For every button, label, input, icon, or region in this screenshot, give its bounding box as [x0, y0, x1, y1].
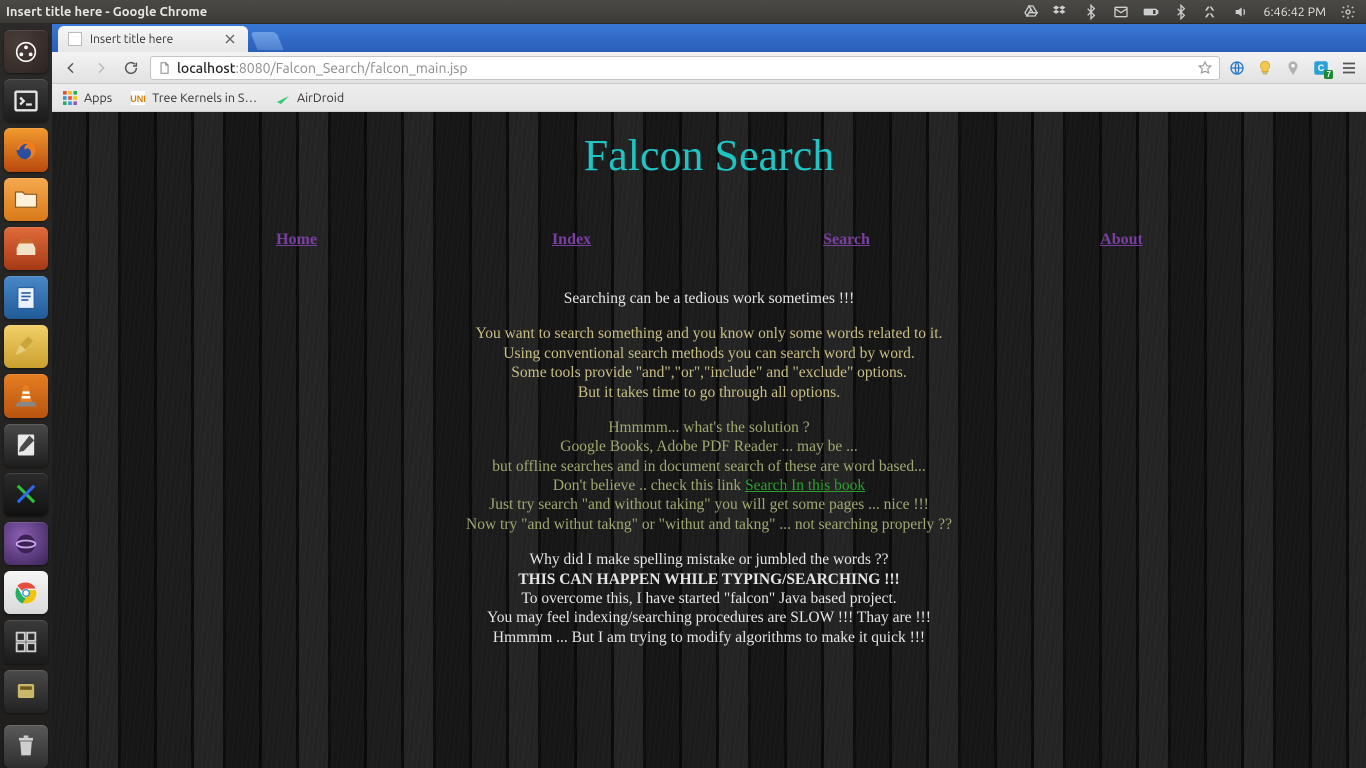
launcher-vlc[interactable] [4, 374, 48, 417]
bookmark-label: Tree Kernels in S… [152, 91, 257, 105]
launcher-software-center[interactable] [4, 227, 48, 270]
tab-favicon-icon [68, 32, 82, 46]
body-line: Searching can be a tedious work sometime… [52, 289, 1366, 308]
mail-icon[interactable] [1113, 4, 1129, 20]
launcher-external-drive[interactable] [4, 670, 48, 713]
network-icon[interactable] [1203, 4, 1219, 20]
page-title: Falcon Search [52, 112, 1366, 181]
body-line: Why did I make spelling mistake or jumbl… [52, 550, 1366, 569]
bookmark-favicon-icon: UNI [130, 90, 146, 106]
tab-strip: Insert title here [52, 24, 1366, 52]
page-viewport: Falcon Search Home Index Search About Se… [52, 112, 1366, 768]
clock[interactable]: 6:46:42 PM [1263, 5, 1326, 19]
body-line: But it takes time to go through all opti… [52, 383, 1366, 402]
page-body: Searching can be a tedious work sometime… [52, 289, 1366, 647]
url-text: localhost:8080/Falcon_Search/falcon_main… [177, 60, 468, 76]
body-line: Some tools provide "and","or","include" … [52, 363, 1366, 382]
launcher-libreoffice-writer[interactable] [4, 276, 48, 319]
launcher-cleanup[interactable] [4, 325, 48, 368]
body-line: You may feel indexing/searching procedur… [52, 608, 1366, 627]
reload-button[interactable] [120, 57, 142, 79]
airdroid-icon [275, 90, 291, 106]
nav-search[interactable]: Search [823, 231, 870, 248]
battery-icon[interactable] [1143, 4, 1159, 20]
system-indicators: 6:46:42 PM [1023, 4, 1366, 20]
google-drive-icon[interactable] [1023, 4, 1039, 20]
launcher-text-editor[interactable] [4, 424, 48, 467]
session-gear-icon[interactable] [1340, 4, 1356, 20]
bookmark-label: AirDroid [297, 91, 344, 105]
new-tab-button[interactable] [250, 32, 283, 50]
launcher-x-app[interactable] [4, 473, 48, 516]
nav-home[interactable]: Home [276, 231, 317, 248]
body-line: Now try "and withut takng" or "withut an… [52, 515, 1366, 534]
unity-launcher [0, 24, 52, 768]
tab-close-button[interactable] [224, 33, 236, 45]
body-line: THIS CAN HAPPEN WHILE TYPING/SEARCHING !… [52, 570, 1366, 589]
page-icon [157, 61, 171, 75]
tab-title: Insert title here [90, 33, 173, 46]
body-line: Just try search "and without taking" you… [52, 495, 1366, 514]
ext-globe-icon[interactable] [1228, 59, 1246, 77]
launcher-workspace-switcher[interactable] [4, 620, 48, 663]
page-nav: Home Index Search About [159, 231, 1259, 249]
search-in-book-link[interactable]: Search In this book [745, 477, 865, 494]
body-line: Don't believe .. check this link Search … [52, 476, 1366, 495]
bookmark-airdroid[interactable]: AirDroid [275, 90, 344, 106]
svg-text:UNI: UNI [130, 94, 146, 104]
body-line: Hmmmm... what's the solution ? [52, 418, 1366, 437]
dropbox-icon[interactable] [1053, 4, 1069, 20]
body-line: Hmmmm ... But I am trying to modify algo… [52, 628, 1366, 647]
system-top-panel: Insert title here - Google Chrome 6:46:4… [0, 0, 1366, 24]
body-line: Using conventional search methods you ca… [52, 344, 1366, 363]
body-line: You want to search something and you kno… [52, 324, 1366, 343]
bluetooth-icon[interactable] [1083, 4, 1099, 20]
bluetooth2-icon[interactable] [1173, 4, 1189, 20]
ext-cookie-icon[interactable]: C 7 [1312, 59, 1330, 77]
nav-index[interactable]: Index [552, 231, 591, 248]
ext-marker-icon[interactable] [1284, 59, 1302, 77]
body-line: Google Books, Adobe PDF Reader ... may b… [52, 437, 1366, 456]
chrome-window: Insert title here localhost:8080/Falcon_… [52, 24, 1366, 768]
bookmarks-bar: Apps UNI Tree Kernels in S… AirDroid [52, 84, 1366, 112]
bookmark-label: Apps [84, 91, 112, 105]
ext-cookie-badge: 7 [1324, 70, 1333, 79]
launcher-files[interactable] [4, 178, 48, 221]
chrome-toolbar: localhost:8080/Falcon_Search/falcon_main… [52, 52, 1366, 84]
launcher-dash[interactable] [4, 30, 48, 73]
browser-tab[interactable]: Insert title here [58, 26, 248, 52]
launcher-chrome[interactable] [4, 571, 48, 614]
launcher-firefox[interactable] [4, 128, 48, 171]
body-line: To overcome this, I have started "falcon… [52, 589, 1366, 608]
volume-icon[interactable] [1233, 4, 1249, 20]
ext-bulb-icon[interactable] [1256, 59, 1274, 77]
nav-about[interactable]: About [1100, 231, 1143, 248]
apps-grid-icon [62, 90, 78, 106]
extension-icons: C 7 [1228, 59, 1358, 77]
address-bar[interactable]: localhost:8080/Falcon_Search/falcon_main… [150, 56, 1220, 80]
body-line: but offline searches and in document sea… [52, 457, 1366, 476]
launcher-terminal[interactable] [4, 79, 48, 122]
bookmark-star-icon[interactable] [1197, 60, 1213, 76]
launcher-trash[interactable] [4, 725, 48, 768]
back-button[interactable] [60, 57, 82, 79]
window-title: Insert title here - Google Chrome [0, 5, 207, 19]
forward-button[interactable] [90, 57, 112, 79]
launcher-eclipse[interactable] [4, 522, 48, 565]
chrome-menu-button[interactable] [1340, 59, 1358, 77]
bookmark-tree-kernels[interactable]: UNI Tree Kernels in S… [130, 90, 257, 106]
bookmark-apps[interactable]: Apps [62, 90, 112, 106]
